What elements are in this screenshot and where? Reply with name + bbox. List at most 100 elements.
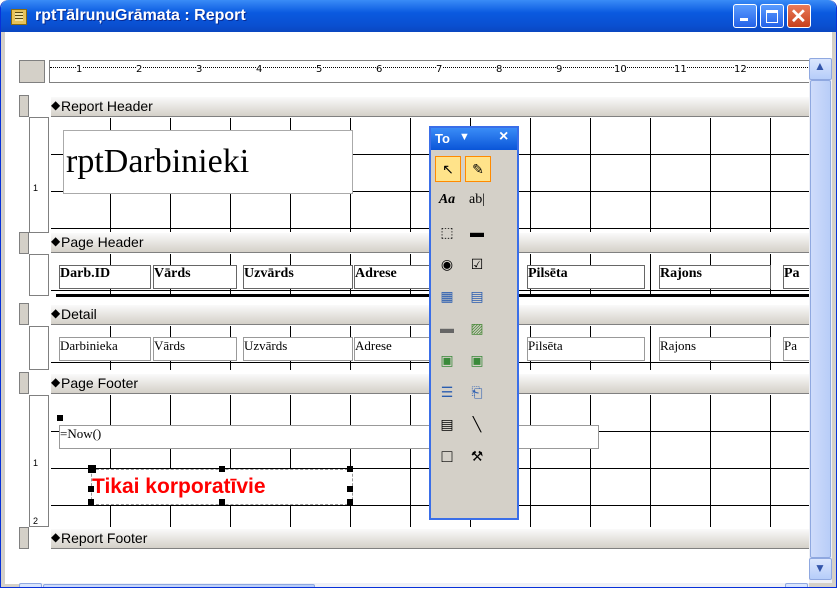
vertical-ruler: 1 [29, 117, 49, 233]
field-rajons[interactable]: Rajons [659, 337, 771, 361]
unbound-object-frame-tool[interactable]: ▣ [435, 348, 459, 372]
chevron-down-icon: ▼ [814, 561, 826, 575]
section-selector[interactable] [19, 527, 29, 549]
command-button-icon: ▬ [440, 320, 454, 336]
radio-icon: ◉ [440, 255, 454, 272]
report-window: rptTālruņuGrāmata : Report ✕ 1 2 3 4 5 6… [0, 0, 837, 588]
line-tool[interactable]: ╲ [465, 412, 489, 436]
report-selector[interactable] [19, 60, 45, 83]
horizontal-ruler[interactable]: 1 2 3 4 5 6 7 8 9 10 11 12 [49, 60, 811, 83]
report-title-label[interactable]: rptDarbinieki [63, 130, 353, 194]
section-arrow-icon: ◆ [51, 375, 61, 389]
vertical-scrollbar[interactable]: ▲ ▼ [809, 58, 832, 587]
move-handle[interactable] [57, 415, 63, 421]
label-rajons[interactable]: Rajons [659, 265, 771, 289]
ruler-mark: 6 [376, 64, 383, 75]
close-button[interactable]: ✕ [787, 4, 811, 28]
subreport-icon: ▤ [440, 415, 454, 432]
checkbox-icon: ☑ [470, 255, 484, 272]
control-wizards-tool[interactable]: ✎ [465, 156, 491, 182]
section-selector[interactable] [19, 372, 29, 394]
field-pilseta[interactable]: Pilsēta [527, 337, 645, 361]
scroll-left-button[interactable]: ◀ [19, 583, 42, 587]
option-button-tool[interactable]: ◉ [435, 252, 459, 276]
more-controls-tool[interactable]: ⚒ [465, 444, 489, 468]
vertical-scroll-thumb[interactable] [810, 80, 831, 558]
subreport-tool[interactable]: ▤ [435, 412, 459, 436]
label-pilseta[interactable]: Pilsēta [527, 265, 645, 289]
tab-control-tool[interactable]: ⎗ [465, 380, 489, 404]
resize-handle[interactable] [88, 499, 94, 505]
maximize-button[interactable] [760, 4, 784, 28]
minimize-button[interactable] [733, 4, 757, 28]
window-title: rptTālruņuGrāmata : Report [35, 7, 246, 24]
label-uzvards[interactable]: Uzvārds [243, 265, 353, 289]
chevron-right-icon: ▶ [792, 586, 800, 587]
scroll-up-button[interactable]: ▲ [809, 58, 832, 80]
label-adrese[interactable]: Adrese [354, 265, 434, 289]
list-box-icon: ▤ [470, 287, 484, 304]
bound-object-frame-tool[interactable]: ▣ [465, 348, 489, 372]
rectangle-icon: □ [441, 445, 453, 466]
vertical-ruler [29, 254, 49, 296]
line-icon: ╲ [472, 415, 482, 432]
toolbox-title-bar[interactable]: To ▼ × [431, 128, 517, 150]
command-button-tool[interactable]: ▬ [435, 316, 459, 340]
minimize-icon [740, 18, 748, 21]
field-adrese[interactable]: Adrese [354, 337, 434, 361]
ruler-mark: 2 [136, 64, 143, 75]
select-objects-tool[interactable]: ↖ [435, 156, 461, 182]
resize-handle[interactable] [88, 486, 94, 492]
field-uzvards[interactable]: Uzvārds [243, 337, 353, 361]
field-darbinieka[interactable]: Darbinieka [59, 337, 151, 361]
textbox-tool[interactable]: ab| [465, 188, 489, 212]
label-pa[interactable]: Pa [783, 265, 811, 289]
horizontal-scroll-thumb[interactable] [43, 584, 315, 587]
resize-handle[interactable] [219, 466, 225, 472]
combo-box-tool[interactable]: ▦ [435, 284, 459, 308]
ruler-mark: 8 [496, 64, 503, 75]
band-report-header[interactable]: ◆ Report Header [51, 96, 809, 117]
ruler-mark: 12 [734, 64, 747, 75]
image-tool[interactable]: ▨ [465, 316, 489, 340]
ruler-mark: 9 [556, 64, 563, 75]
list-box-tool[interactable]: ▤ [465, 284, 489, 308]
unbound-object-icon: ▣ [440, 351, 454, 368]
field-vards[interactable]: Vārds [153, 337, 237, 361]
section-arrow-icon: ◆ [51, 306, 61, 320]
label-darb-id[interactable]: Darb.ID [59, 265, 151, 289]
option-group-tool[interactable]: ⬚ [435, 220, 459, 244]
band-report-footer[interactable]: ◆ Report Footer [51, 528, 809, 549]
label-tool[interactable]: Aa [435, 188, 459, 212]
move-handle[interactable] [88, 465, 96, 473]
ruler-mark: 1 [76, 64, 83, 75]
scroll-right-button[interactable]: ▶ [785, 583, 808, 587]
resize-handle[interactable] [347, 466, 353, 472]
resize-handle[interactable] [347, 499, 353, 505]
page-break-tool[interactable]: ☰ [435, 380, 459, 404]
tools-icon: ⚒ [470, 447, 484, 464]
title-bar[interactable]: rptTālruņuGrāmata : Report ✕ [1, 0, 836, 32]
scroll-down-button[interactable]: ▼ [809, 558, 832, 580]
resize-handle[interactable] [219, 499, 225, 505]
section-selector[interactable] [19, 232, 29, 254]
toggle-button-icon: ▬ [470, 224, 484, 240]
field-pa[interactable]: Pa [783, 337, 811, 361]
chevron-left-icon: ◀ [25, 586, 33, 587]
ruler-mark: 5 [316, 64, 323, 75]
horizontal-scrollbar[interactable]: ◀ ▶ [19, 583, 809, 587]
section-selector[interactable] [19, 95, 29, 117]
check-box-tool[interactable]: ☑ [465, 252, 489, 276]
bound-object-icon: ▣ [470, 351, 484, 368]
section-selector[interactable] [19, 303, 29, 325]
toolbox-close-icon[interactable]: × [499, 128, 508, 146]
toolbox-menu-icon[interactable]: ▼ [459, 131, 470, 143]
toolbox-palette[interactable]: To ▼ × ↖ ✎ Aa ab| ⬚ ▬ ◉ ☑ ▦ ▤ ▬ ▨ ▣ ▣ ☰ … [429, 126, 519, 520]
close-icon: ✕ [790, 6, 807, 28]
rectangle-tool[interactable]: □ [435, 444, 459, 468]
toggle-button-tool[interactable]: ▬ [465, 220, 489, 244]
resize-handle[interactable] [347, 486, 353, 492]
label-vards[interactable]: Vārds [153, 265, 237, 289]
wand-icon: ✎ [472, 160, 484, 177]
option-group-icon: ⬚ [440, 223, 454, 240]
